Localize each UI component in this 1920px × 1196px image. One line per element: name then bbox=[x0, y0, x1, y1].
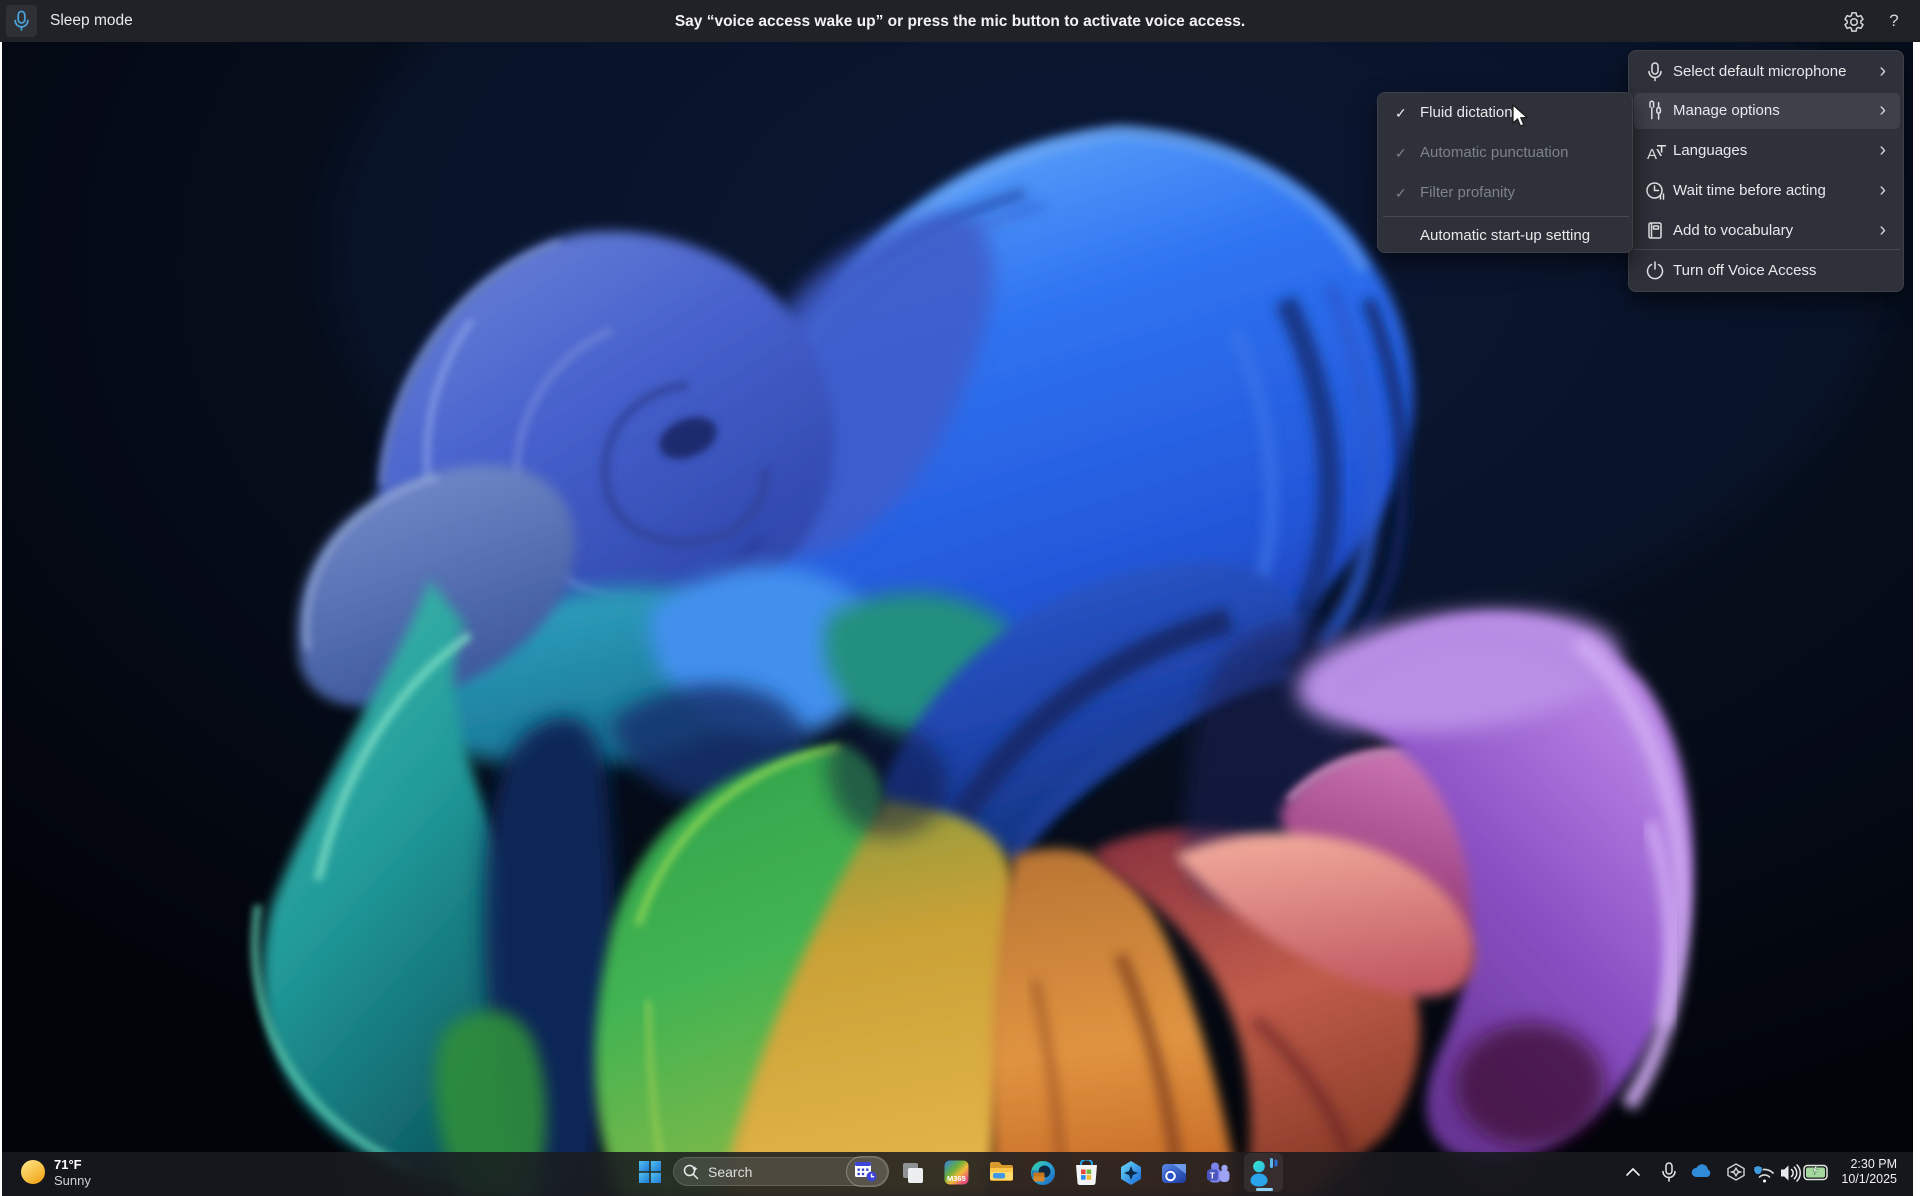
svg-text:T: T bbox=[1210, 1170, 1216, 1180]
svg-text:A: A bbox=[1647, 146, 1657, 163]
svg-text:M365: M365 bbox=[947, 1174, 966, 1183]
